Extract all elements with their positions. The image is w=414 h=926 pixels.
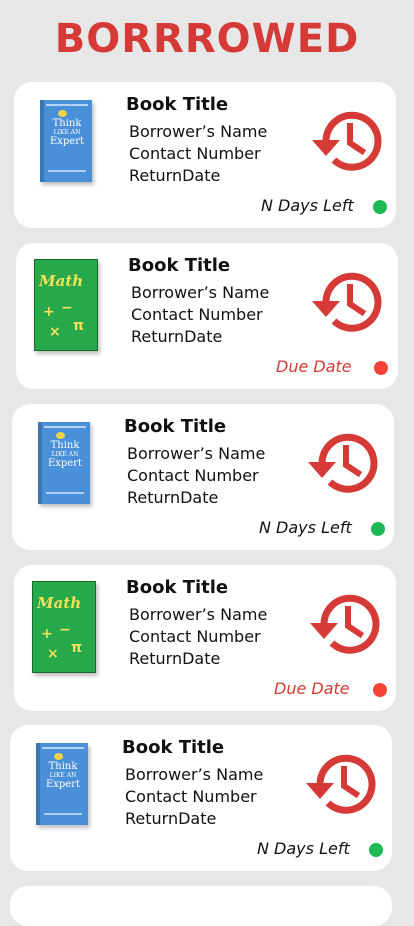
borrowed-card-3[interactable]: Think LIKE AN Expert Book Title Borrower’s… [12,404,394,550]
book-title: Book Title [126,577,229,598]
borrowed-card-4[interactable]: Math + − π × Book Title Borrower’s Name … [14,565,396,711]
history-icon[interactable] [308,430,380,496]
borrower-name: Borrower’s Name [129,605,268,624]
history-icon[interactable] [312,269,384,335]
book-title: Book Title [122,737,225,758]
book-title: Book Title [124,416,227,437]
book-title: Book Title [128,255,231,276]
borrower-name: Borrower’s Name [125,765,264,784]
contact-number: Contact Number [125,787,257,806]
status-dot [369,843,383,857]
return-date: ReturnDate [127,488,219,507]
status-dot [374,361,388,375]
book-title: Book Title [126,94,229,115]
book-cover-image: Think LIKE AN Expert [36,743,88,825]
status-text: N Days Left [259,518,352,537]
page-title: BORRROWED [54,16,360,62]
status-text: Due Date [276,357,352,376]
borrowed-card-partial[interactable] [10,886,392,926]
book-cover-image: Think LIKE AN Expert [40,100,92,182]
contact-number: Contact Number [131,305,263,324]
history-icon[interactable] [312,108,384,174]
borrowed-card-2[interactable]: Math + − π × Book Title Borrower’s Name … [16,243,398,389]
history-icon[interactable] [310,591,382,657]
contact-number: Contact Number [129,144,261,163]
book-cover-image: Think LIKE AN Expert [38,422,90,504]
borrowed-card-1[interactable]: Think LIKE AN Expert Book Title Borrower’s… [14,82,396,228]
status-dot [371,522,385,536]
contact-number: Contact Number [129,627,261,646]
borrower-name: Borrower’s Name [131,283,270,302]
status-dot [373,200,387,214]
status-text: Due Date [274,679,350,698]
borrower-name: Borrower’s Name [129,122,268,141]
return-date: ReturnDate [125,809,217,828]
return-date: ReturnDate [129,649,221,668]
history-icon[interactable] [306,751,378,817]
status-text: N Days Left [257,839,350,858]
status-text: N Days Left [261,196,354,215]
borrowed-card-5[interactable]: Think LIKE AN Expert Book Title Borrower’s… [10,725,392,871]
status-dot [373,683,387,697]
book-cover-image: Math + − π × [34,259,98,351]
return-date: ReturnDate [131,327,223,346]
return-date: ReturnDate [129,166,221,185]
borrower-name: Borrower’s Name [127,444,266,463]
book-cover-image: Math + − π × [32,581,96,673]
contact-number: Contact Number [127,466,259,485]
